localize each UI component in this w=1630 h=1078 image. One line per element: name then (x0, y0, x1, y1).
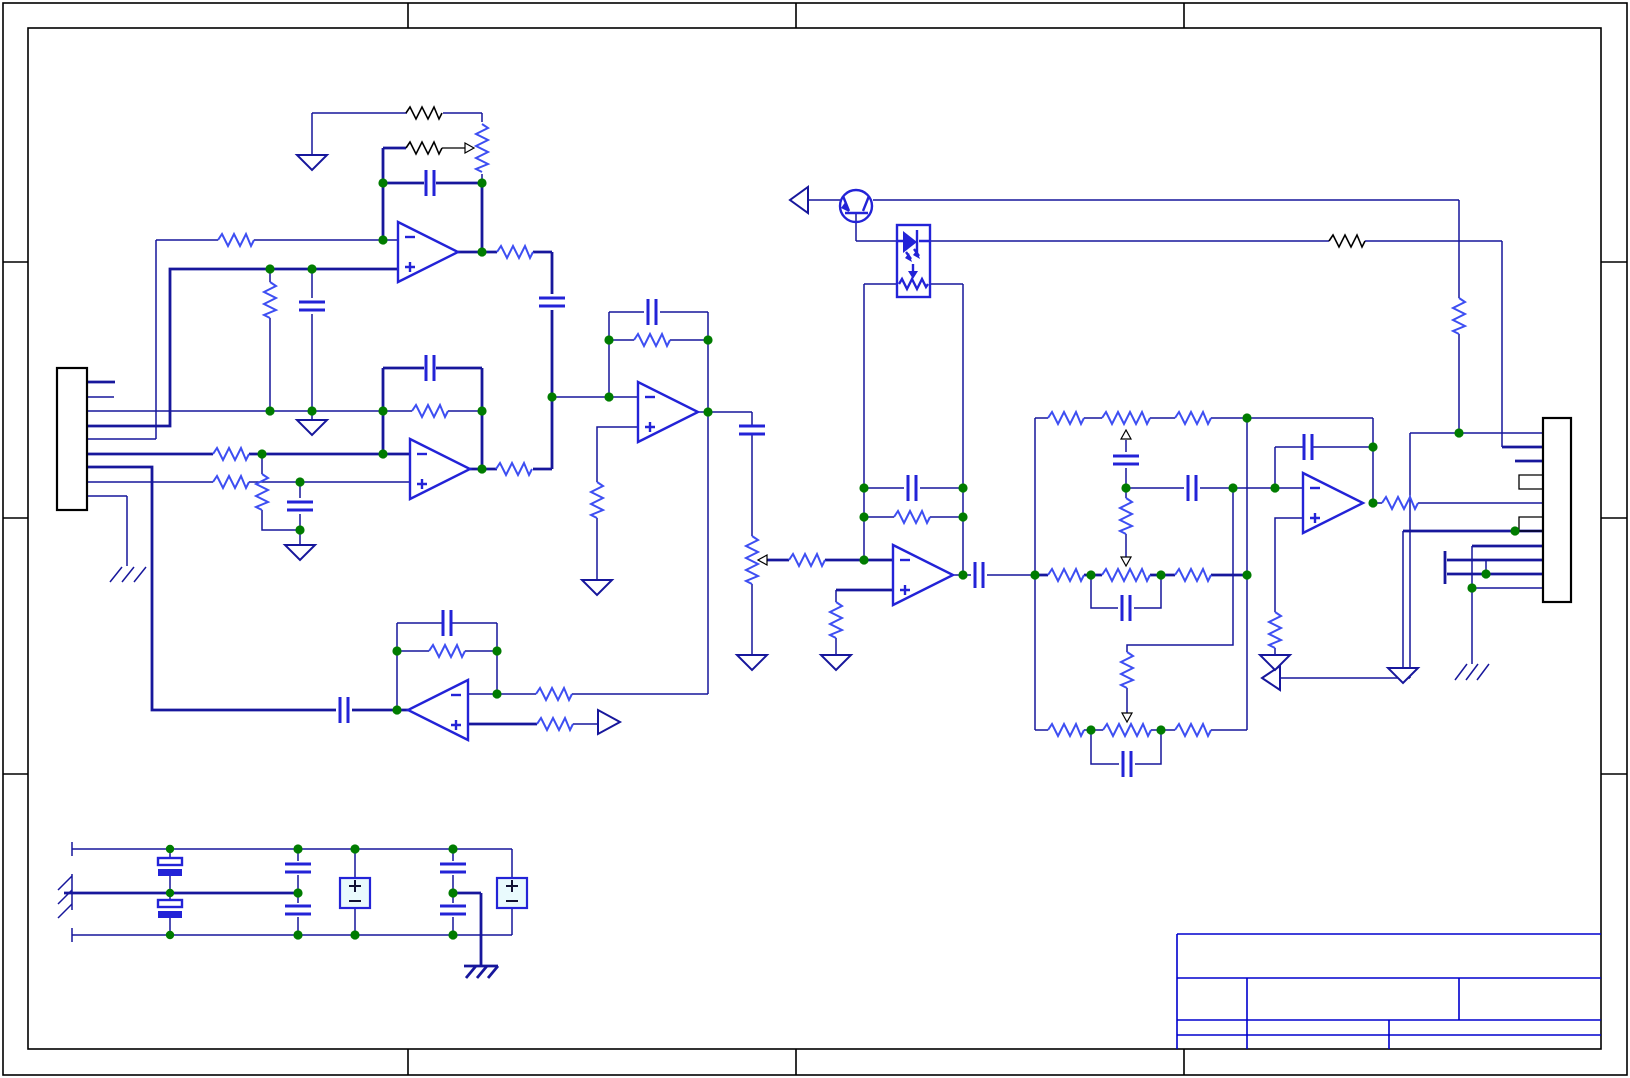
schematic-canvas (0, 0, 1630, 1078)
input-connector (55, 366, 89, 512)
schematic-page (0, 0, 1630, 1078)
output-connector (1541, 416, 1573, 604)
sheet-background (0, 0, 1630, 1078)
